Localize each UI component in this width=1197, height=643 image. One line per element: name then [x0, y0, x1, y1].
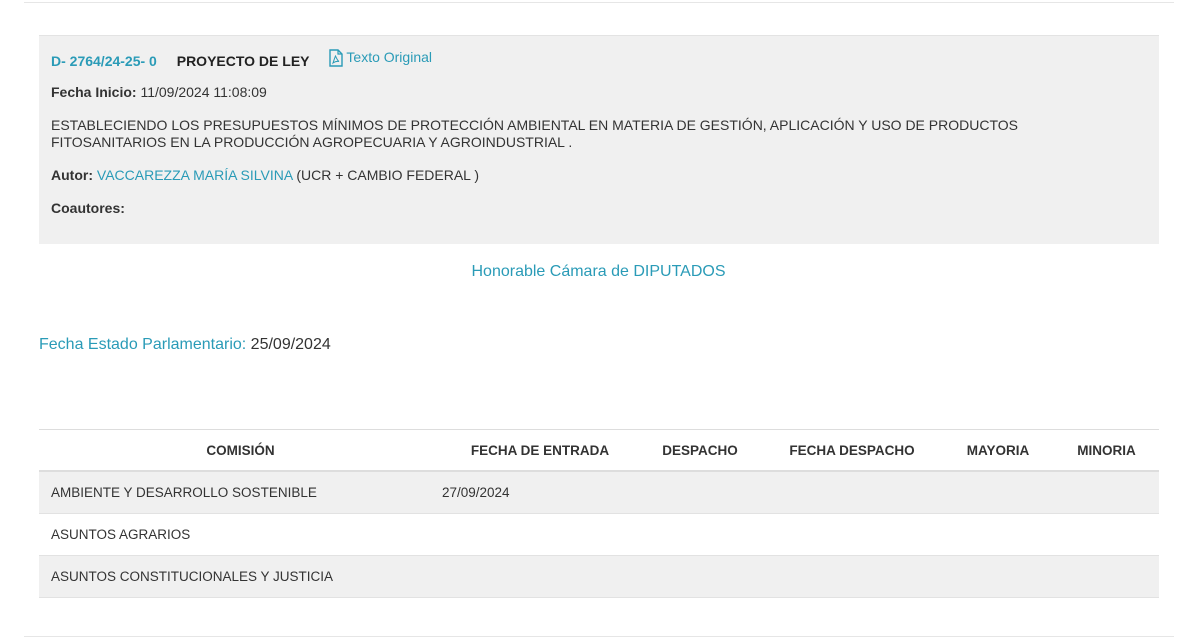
- header-mayoria: MAYORIA: [942, 429, 1054, 472]
- texto-original-link[interactable]: Texto Original: [329, 48, 432, 67]
- autor-row: Autor: VACCAREZZA MARÍA SILVINA (UCR + C…: [51, 167, 479, 184]
- cell-mayoria: [942, 555, 1054, 598]
- expediente-summary: ESTABLECIENDO LOS PRESUPUESTOS MÍNIMOS D…: [51, 117, 1018, 150]
- autor-label: Autor:: [51, 167, 93, 183]
- cell-fecha-despacho: [762, 555, 942, 598]
- estado-value: 25/09/2024: [250, 336, 331, 353]
- texto-original-label: Texto Original: [346, 48, 432, 65]
- table-row: ASUNTOS CONSTITUCIONALES Y JUSTICIA: [39, 555, 1159, 598]
- estado-parlamentario: Fecha Estado Parlamentario: 25/09/2024: [39, 336, 331, 354]
- cell-fecha-entrada: 27/09/2024: [442, 471, 638, 514]
- cell-mayoria: [942, 513, 1054, 556]
- cell-minoria: [1054, 513, 1159, 556]
- bottom-divider: [24, 636, 1174, 637]
- expediente-header: D- 2764/24-25- 0 PROYECTO DE LEY Texto O…: [51, 48, 432, 70]
- coautores-row: Coautores:: [51, 200, 125, 217]
- cell-minoria: [1054, 555, 1159, 598]
- expediente-id: D- 2764/24-25- 0: [51, 53, 157, 69]
- autor-name-link[interactable]: VACCAREZZA MARÍA SILVINA: [97, 167, 293, 183]
- header-comision: COMISIÓN: [39, 429, 442, 472]
- cell-fecha-entrada: [442, 555, 638, 598]
- table-row: AMBIENTE Y DESARROLLO SOSTENIBLE 27/09/2…: [39, 471, 1159, 514]
- table-row: ASUNTOS AGRARIOS: [39, 513, 1159, 556]
- cell-comision: ASUNTOS AGRARIOS: [39, 513, 442, 556]
- table-header-row: COMISIÓN FECHA DE ENTRADA DESPACHO FECHA…: [39, 429, 1159, 472]
- pdf-file-icon: [329, 49, 344, 67]
- cell-fecha-despacho: [762, 513, 942, 556]
- header-fecha-entrada: FECHA DE ENTRADA: [442, 429, 638, 472]
- fecha-inicio-label: Fecha Inicio:: [51, 84, 137, 100]
- expediente-card: D- 2764/24-25- 0 PROYECTO DE LEY Texto O…: [39, 35, 1159, 244]
- estado-label: Fecha Estado Parlamentario:: [39, 336, 247, 353]
- cell-despacho: [638, 513, 762, 556]
- coautores-label: Coautores:: [51, 200, 125, 216]
- cell-despacho: [638, 471, 762, 514]
- cell-minoria: [1054, 471, 1159, 514]
- fecha-inicio-value: 11/09/2024 11:08:09: [140, 84, 267, 100]
- cell-comision: AMBIENTE Y DESARROLLO SOSTENIBLE: [39, 471, 442, 514]
- top-divider: [24, 2, 1174, 3]
- autor-party: (UCR + CAMBIO FEDERAL ): [296, 167, 479, 183]
- header-minoria: MINORIA: [1054, 429, 1159, 472]
- header-fecha-despacho: FECHA DESPACHO: [762, 429, 942, 472]
- chamber-title: Honorable Cámara de DIPUTADOS: [471, 263, 726, 280]
- cell-comision: ASUNTOS CONSTITUCIONALES Y JUSTICIA: [39, 555, 442, 598]
- cell-mayoria: [942, 471, 1054, 514]
- cell-despacho: [638, 555, 762, 598]
- cell-fecha-entrada: [442, 513, 638, 556]
- expediente-type: PROYECTO DE LEY: [176, 53, 310, 69]
- header-despacho: DESPACHO: [638, 429, 762, 472]
- fecha-inicio-row: Fecha Inicio: 11/09/2024 11:08:09: [51, 84, 267, 101]
- cell-fecha-despacho: [762, 471, 942, 514]
- comisiones-table: COMISIÓN FECHA DE ENTRADA DESPACHO FECHA…: [39, 429, 1159, 598]
